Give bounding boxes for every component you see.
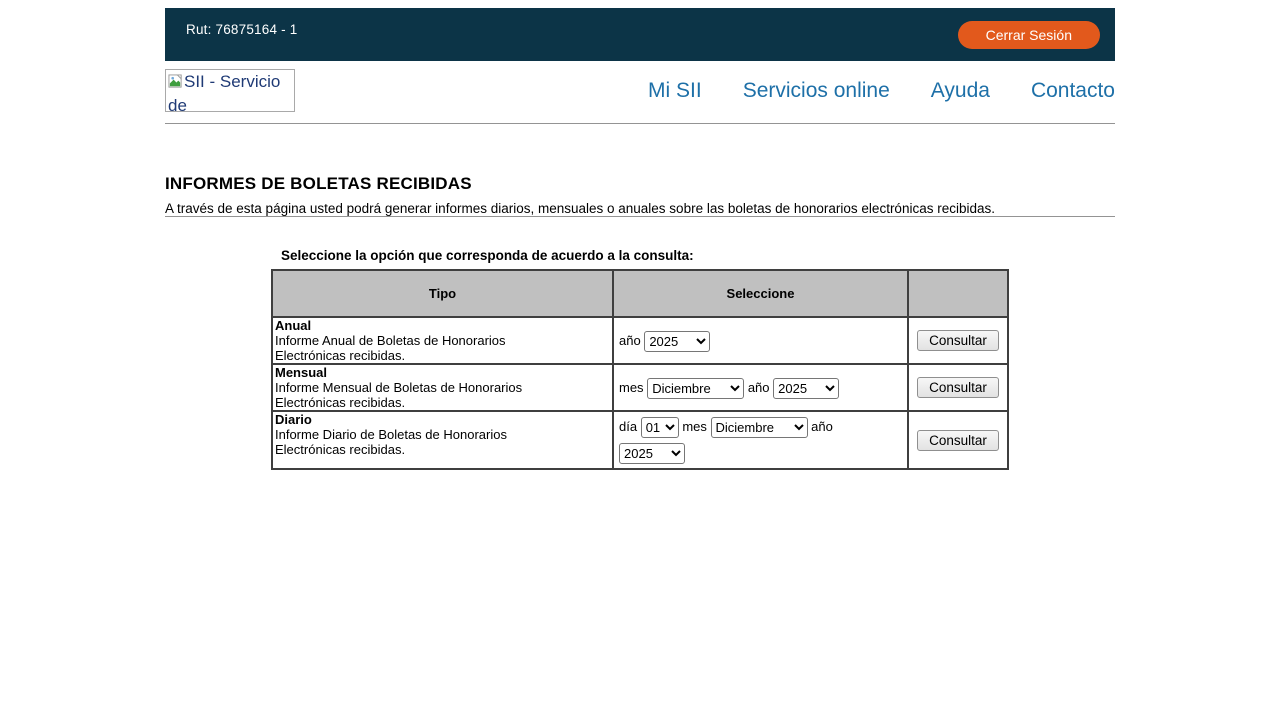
anual-year-label: año — [619, 333, 641, 348]
mensual-year-label: año — [748, 380, 770, 395]
diario-day-select[interactable]: 01 — [641, 417, 679, 438]
table-row-mensual: Mensual Informe Mensual de Boletas de Ho… — [272, 364, 1008, 411]
anual-controls-cell: año 2025 — [613, 317, 908, 364]
mensual-month-label: mes — [619, 380, 644, 395]
anual-type-label: Anual — [275, 318, 610, 333]
diario-month-label: mes — [682, 419, 707, 434]
column-header-tipo: Tipo — [272, 270, 613, 317]
main-nav: Mi SII Servicios online Ayuda Contacto — [648, 79, 1115, 103]
content-divider — [165, 216, 1115, 217]
selection-prompt: Seleccione la opción que corresponda de … — [281, 248, 1115, 263]
mensual-consultar-button[interactable]: Consultar — [917, 377, 999, 398]
diario-year-label: año — [811, 419, 833, 434]
column-header-empty — [908, 270, 1008, 317]
sii-logo-broken-image[interactable]: SII - Servicio de — [165, 69, 295, 112]
diario-type-label: Diario — [275, 412, 610, 427]
nav-link-servicios-online[interactable]: Servicios online — [743, 79, 890, 103]
mensual-controls-cell: mes Diciembre año 2025 — [613, 364, 908, 411]
page-container: Rut: 76875164 - 1 Cerrar Sesión SII - Se… — [165, 8, 1115, 470]
diario-type-cell: Diario Informe Diario de Boletas de Hono… — [272, 411, 613, 469]
diario-controls-cell: día 01 mes Diciembre año 2025 — [613, 411, 908, 469]
rut-label: Rut: 76875164 - 1 — [186, 22, 297, 37]
diario-consultar-button[interactable]: Consultar — [917, 430, 999, 451]
anual-action-cell: Consultar — [908, 317, 1008, 364]
nav-link-mi-sii[interactable]: Mi SII — [648, 79, 702, 103]
report-options-table: Tipo Seleccione Anual Informe Anual de B… — [271, 269, 1009, 470]
mensual-action-cell: Consultar — [908, 364, 1008, 411]
mensual-type-cell: Mensual Informe Mensual de Boletas de Ho… — [272, 364, 613, 411]
table-header-row: Tipo Seleccione — [272, 270, 1008, 317]
diario-action-cell: Consultar — [908, 411, 1008, 469]
nav-link-ayuda[interactable]: Ayuda — [931, 79, 990, 103]
diario-year-select[interactable]: 2025 — [619, 443, 685, 464]
mensual-year-select[interactable]: 2025 — [773, 378, 839, 399]
anual-year-select[interactable]: 2025 — [644, 331, 710, 352]
mensual-type-label: Mensual — [275, 365, 610, 380]
anual-type-cell: Anual Informe Anual de Boletas de Honora… — [272, 317, 613, 364]
session-topbar: Rut: 76875164 - 1 Cerrar Sesión — [165, 8, 1115, 61]
mensual-month-select[interactable]: Diciembre — [647, 378, 744, 399]
diario-month-select[interactable]: Diciembre — [711, 417, 808, 438]
table-row-diario: Diario Informe Diario de Boletas de Hono… — [272, 411, 1008, 469]
anual-type-description: Informe Anual de Boletas de Honorarios E… — [275, 333, 575, 363]
column-header-seleccione: Seleccione — [613, 270, 908, 317]
anual-consultar-button[interactable]: Consultar — [917, 330, 999, 351]
diario-day-label: día — [619, 419, 637, 434]
header-divider — [165, 123, 1115, 124]
site-header: SII - Servicio de Mi SII Servicios onlin… — [165, 61, 1115, 123]
broken-image-icon — [168, 73, 183, 95]
table-row-anual: Anual Informe Anual de Boletas de Honora… — [272, 317, 1008, 364]
page-description: A través de esta página usted podrá gene… — [165, 201, 1115, 216]
logout-button[interactable]: Cerrar Sesión — [958, 21, 1100, 49]
page-title: INFORMES DE BOLETAS RECIBIDAS — [165, 174, 1115, 194]
diario-type-description: Informe Diario de Boletas de Honorarios … — [275, 427, 575, 457]
logo-alt-text: SII - Servicio de — [168, 72, 280, 112]
nav-link-contacto[interactable]: Contacto — [1031, 79, 1115, 103]
mensual-type-description: Informe Mensual de Boletas de Honorarios… — [275, 380, 575, 410]
